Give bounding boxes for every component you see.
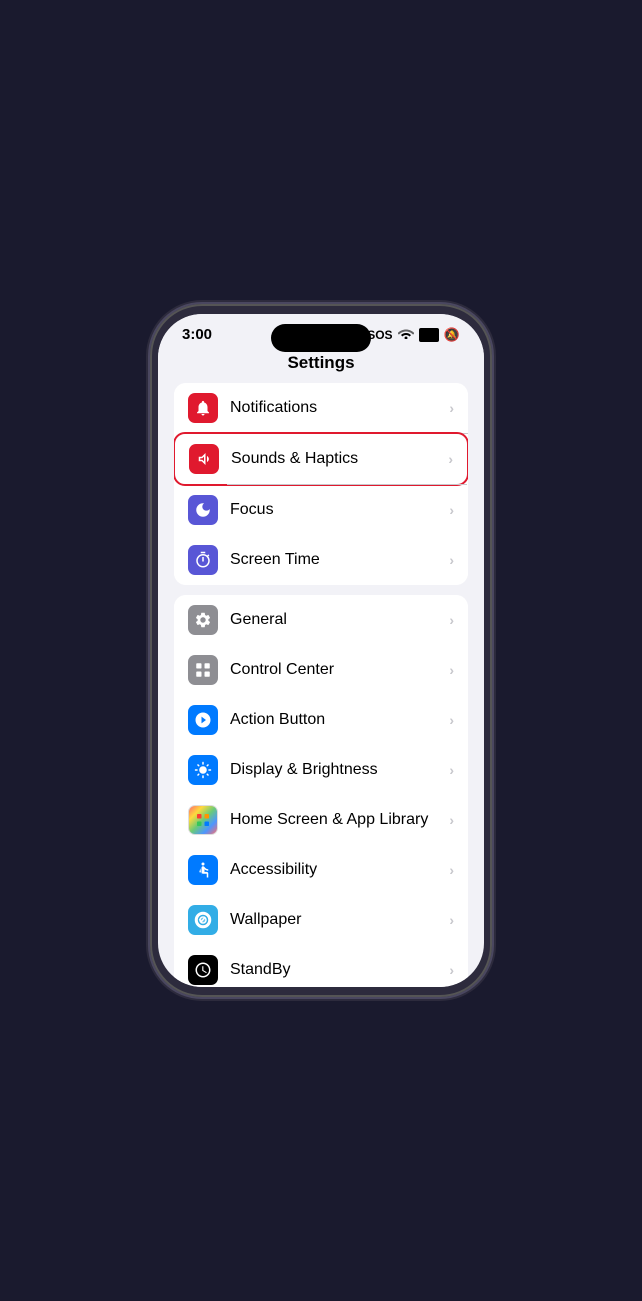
notifications-chevron: › xyxy=(449,400,454,416)
screen-time-chevron: › xyxy=(449,552,454,568)
settings-row-control-center[interactable]: Control Center › xyxy=(174,645,468,695)
battery-icon: 60 xyxy=(419,328,439,342)
sounds-chevron: › xyxy=(448,451,453,467)
phone-screen: 3:00 SOS 60 🔕 Settings xyxy=(158,314,484,987)
display-label: Display & Brightness xyxy=(230,761,449,779)
settings-row-notifications[interactable]: Notifications › xyxy=(174,383,468,433)
wallpaper-label: Wallpaper xyxy=(230,911,449,929)
wallpaper-icon xyxy=(188,905,218,935)
action-button-label: Action Button xyxy=(230,711,449,729)
action-button-icon xyxy=(188,705,218,735)
status-bar: 3:00 SOS 60 🔕 xyxy=(158,314,484,347)
status-icons: SOS 60 🔕 xyxy=(367,327,460,343)
home-screen-icon xyxy=(188,805,218,835)
wallpaper-chevron: › xyxy=(449,912,454,928)
page-title: Settings xyxy=(158,347,484,383)
accessibility-icon xyxy=(188,855,218,885)
notifications-icon xyxy=(188,393,218,423)
settings-row-accessibility[interactable]: Accessibility › xyxy=(174,845,468,895)
display-chevron: › xyxy=(449,762,454,778)
phone-frame: 3:00 SOS 60 🔕 Settings xyxy=(150,304,492,997)
focus-label: Focus xyxy=(230,501,449,519)
home-screen-chevron: › xyxy=(449,812,454,828)
sounds-icon xyxy=(189,444,219,474)
accessibility-chevron: › xyxy=(449,862,454,878)
general-chevron: › xyxy=(449,612,454,628)
general-label: General xyxy=(230,611,449,629)
settings-row-home-screen[interactable]: Home Screen & App Library › xyxy=(174,795,468,845)
standby-chevron: › xyxy=(449,962,454,978)
bell-mute-icon: 🔕 xyxy=(444,327,460,343)
accessibility-label: Accessibility xyxy=(230,861,449,879)
settings-group-2: General › Control Center › Action xyxy=(174,595,468,987)
focus-icon xyxy=(188,495,218,525)
settings-row-wallpaper[interactable]: Wallpaper › xyxy=(174,895,468,945)
scroll-content[interactable]: Notifications › Sounds & Haptics › xyxy=(158,383,484,987)
settings-row-display[interactable]: Display & Brightness › xyxy=(174,745,468,795)
focus-chevron: › xyxy=(449,502,454,518)
general-icon xyxy=(188,605,218,635)
settings-row-standby[interactable]: StandBy › xyxy=(174,945,468,987)
standby-label: StandBy xyxy=(230,961,449,979)
display-icon xyxy=(188,755,218,785)
screen-time-icon xyxy=(188,545,218,575)
home-screen-label: Home Screen & App Library xyxy=(230,811,449,829)
settings-row-screen-time[interactable]: Screen Time › xyxy=(174,535,468,585)
control-center-chevron: › xyxy=(449,662,454,678)
settings-row-action-button[interactable]: Action Button › xyxy=(174,695,468,745)
sos-status: SOS xyxy=(367,328,392,342)
screen-time-label: Screen Time xyxy=(230,551,449,569)
wifi-icon xyxy=(398,327,414,342)
control-center-icon xyxy=(188,655,218,685)
dynamic-island xyxy=(271,324,371,352)
settings-row-sounds[interactable]: Sounds & Haptics › xyxy=(174,432,468,486)
settings-row-general[interactable]: General › xyxy=(174,595,468,645)
notifications-label: Notifications xyxy=(230,399,449,417)
control-center-label: Control Center xyxy=(230,661,449,679)
standby-icon xyxy=(188,955,218,985)
settings-row-focus[interactable]: Focus › xyxy=(174,485,468,535)
settings-group-1: Notifications › Sounds & Haptics › xyxy=(174,383,468,585)
status-time: 3:00 xyxy=(182,326,212,343)
sounds-label: Sounds & Haptics xyxy=(231,450,448,468)
action-button-chevron: › xyxy=(449,712,454,728)
